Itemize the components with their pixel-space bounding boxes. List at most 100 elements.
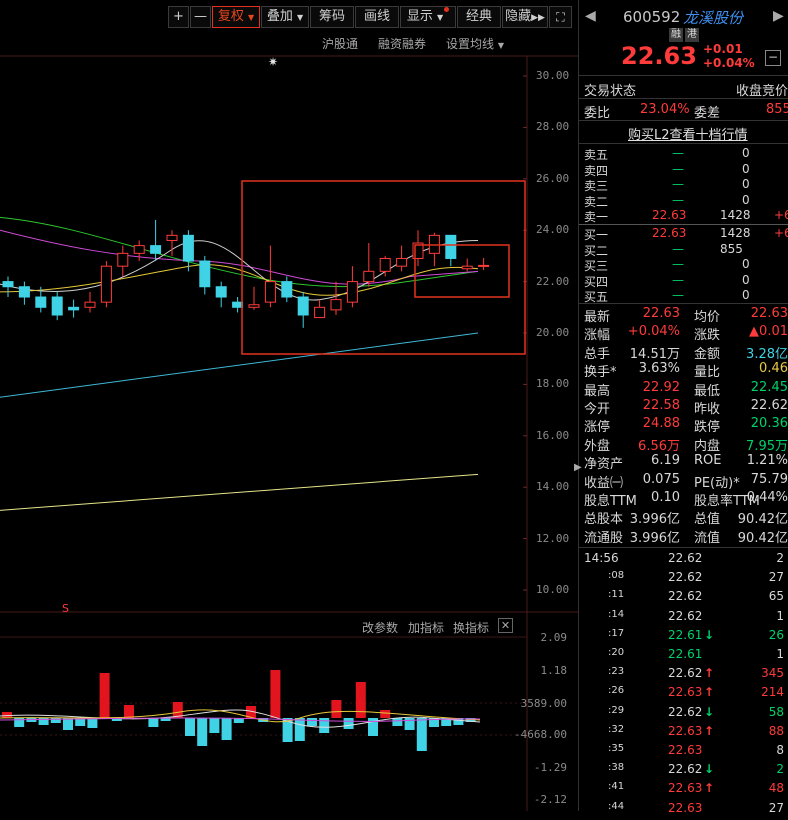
- bid-level-row[interactable]: 买三 — 0: [584, 257, 788, 273]
- tick-time: :32: [608, 723, 625, 735]
- stat-row: 涨停 24.88 跌停 20.36: [584, 416, 788, 435]
- ma-settings-link[interactable]: 设置均线 ▼: [446, 35, 504, 52]
- fuquan-dropdown[interactable]: 复权 ▼: [212, 6, 260, 28]
- level-price: —: [672, 257, 684, 271]
- level-price: —: [672, 177, 684, 191]
- tick-time: :29: [608, 704, 625, 716]
- hugutong-link[interactable]: 沪股通: [322, 35, 358, 52]
- stat-value: 22.63: [642, 306, 680, 321]
- indicator-tick-label: 2.09: [540, 631, 568, 644]
- level-volume: 0: [742, 257, 750, 271]
- stat-value: 3.28亿: [746, 346, 788, 362]
- indicator-bar: [380, 710, 391, 718]
- l2-promo-link[interactable]: 购买L2查看十档行情: [628, 124, 748, 143]
- tick-price: 22.61: [668, 647, 703, 661]
- bid-level-row[interactable]: 买二 — 855: [584, 241, 788, 258]
- tick-price: 22.63: [668, 743, 703, 757]
- tick-row: :14 22.62 1: [578, 609, 788, 628]
- stat-label: 净资产: [584, 457, 624, 473]
- divider: [579, 547, 788, 548]
- chouma-button[interactable]: 筹码: [310, 6, 354, 28]
- ask-level-row[interactable]: 卖四 — 0: [584, 161, 788, 178]
- tick-row: :29 22.62 ↓ 58: [578, 705, 788, 724]
- tick-price: 22.63: [668, 781, 703, 796]
- candle-body: [363, 270, 375, 283]
- xianshi-dropdown[interactable]: 显示 ▼: [400, 6, 456, 28]
- ask-level-row[interactable]: 卖三 — 0: [584, 177, 788, 193]
- level-price: —: [672, 241, 684, 256]
- stat-label: 总值: [694, 512, 721, 528]
- back-arrow-icon[interactable]: ◀: [585, 8, 596, 24]
- level-label: 卖二: [584, 194, 609, 209]
- rongzi-link[interactable]: 融资融券: [378, 35, 426, 52]
- tick-row: :44 22.63 27: [578, 801, 788, 820]
- bid-level-row[interactable]: 买四 — 0: [584, 272, 788, 289]
- level-label: 买二: [584, 243, 609, 258]
- stat-value: 22.58: [642, 398, 680, 413]
- stock-code: 600592: [623, 8, 681, 26]
- candle-body: [2, 281, 14, 288]
- stat-label: 最低: [694, 383, 721, 399]
- margin-tag: 融: [669, 28, 683, 42]
- candle-body: [264, 281, 276, 303]
- ask-level-row[interactable]: 卖二 — 0: [584, 193, 788, 209]
- candle-body: [35, 296, 47, 308]
- stat-value: 1.21%: [746, 453, 788, 469]
- diejia-dropdown[interactable]: 叠加 ▼: [261, 6, 309, 28]
- tick-price: 22.61: [668, 627, 703, 642]
- level-volume: 855: [720, 241, 743, 256]
- tick-volume: 345: [761, 666, 784, 681]
- divider: [579, 224, 788, 225]
- stat-value: 3.63%: [638, 361, 680, 377]
- price-tick-label: 16.00: [536, 428, 570, 442]
- bid-level-row[interactable]: 买一 22.63 1428 +6: [584, 226, 788, 242]
- level-change: +6: [774, 208, 788, 222]
- stat-label: 外盘: [584, 438, 611, 454]
- arrow-down-icon: ↓: [704, 627, 715, 642]
- collapse-button[interactable]: −: [765, 50, 781, 66]
- forward-arrow-icon[interactable]: ▶: [773, 8, 784, 24]
- stat-label: 流值: [694, 530, 721, 546]
- panel-toggle-icon[interactable]: ▶: [574, 462, 582, 473]
- add-indicator-button[interactable]: 加指标: [408, 619, 444, 636]
- jingdian-button[interactable]: 经典: [457, 6, 501, 28]
- tick-price: 22.63: [668, 800, 703, 815]
- price-tick-label: 10.00: [536, 583, 570, 596]
- kline-chart-area[interactable]: ✷ S + — 复权 ▼ 叠加 ▼ 筹码 画线 显示 ▼ 经典 隐藏▶▶ ⛶ 沪股…: [0, 0, 578, 811]
- zoom-out-button[interactable]: —: [190, 6, 211, 28]
- zoom-in-button[interactable]: +: [168, 6, 189, 28]
- tick-volume: 26: [768, 627, 784, 642]
- tick-price: 22.63: [668, 723, 703, 738]
- huaxian-button[interactable]: 画线: [355, 6, 399, 28]
- price-tick-label: 22.00: [536, 274, 570, 288]
- tick-price: 22.62: [668, 666, 703, 681]
- change-params-button[interactable]: 改参数: [362, 619, 398, 636]
- tick-row: 14:56 22.62 2: [578, 551, 788, 570]
- tick-time: :14: [608, 608, 625, 620]
- ask-level-row[interactable]: 卖一 22.63 1428 +6: [584, 208, 788, 224]
- candle-body: [199, 260, 211, 288]
- stat-value: 90.42亿: [737, 530, 788, 546]
- bid-level-row[interactable]: 买五 —0: [584, 288, 788, 304]
- stat-label: 金额: [694, 346, 721, 362]
- level-price: —: [672, 161, 684, 176]
- tick-row: :23 22.62 ↑ 345: [578, 666, 788, 685]
- indicator-bar: [87, 718, 98, 728]
- tick-row: :08 22.62 27: [578, 570, 788, 589]
- weicha-value: 855: [766, 102, 788, 117]
- ma-green-line: [0, 216, 479, 288]
- level-volume: 0: [742, 272, 750, 287]
- price-tick-label: 18.00: [536, 377, 570, 391]
- tick-time: :11: [608, 589, 625, 601]
- fullscreen-icon[interactable]: ⛶: [549, 6, 572, 28]
- kline-svg: ✷S: [0, 55, 578, 811]
- indicator-tick-label: -2.12: [533, 793, 567, 806]
- indicator-bar: [270, 670, 281, 718]
- ask-level-row[interactable]: 卖五 — 0: [584, 146, 788, 162]
- candle-body: [68, 306, 80, 311]
- level-price: —: [672, 272, 684, 287]
- stat-row: 收益㈠ 0.075 PE(动)* 75.79: [584, 472, 788, 491]
- switch-indicator-button[interactable]: 换指标: [453, 619, 489, 636]
- stat-row: 流通股 3.996亿 流值 90.42亿: [584, 527, 788, 546]
- yincang-button[interactable]: 隐藏▶▶: [502, 6, 548, 28]
